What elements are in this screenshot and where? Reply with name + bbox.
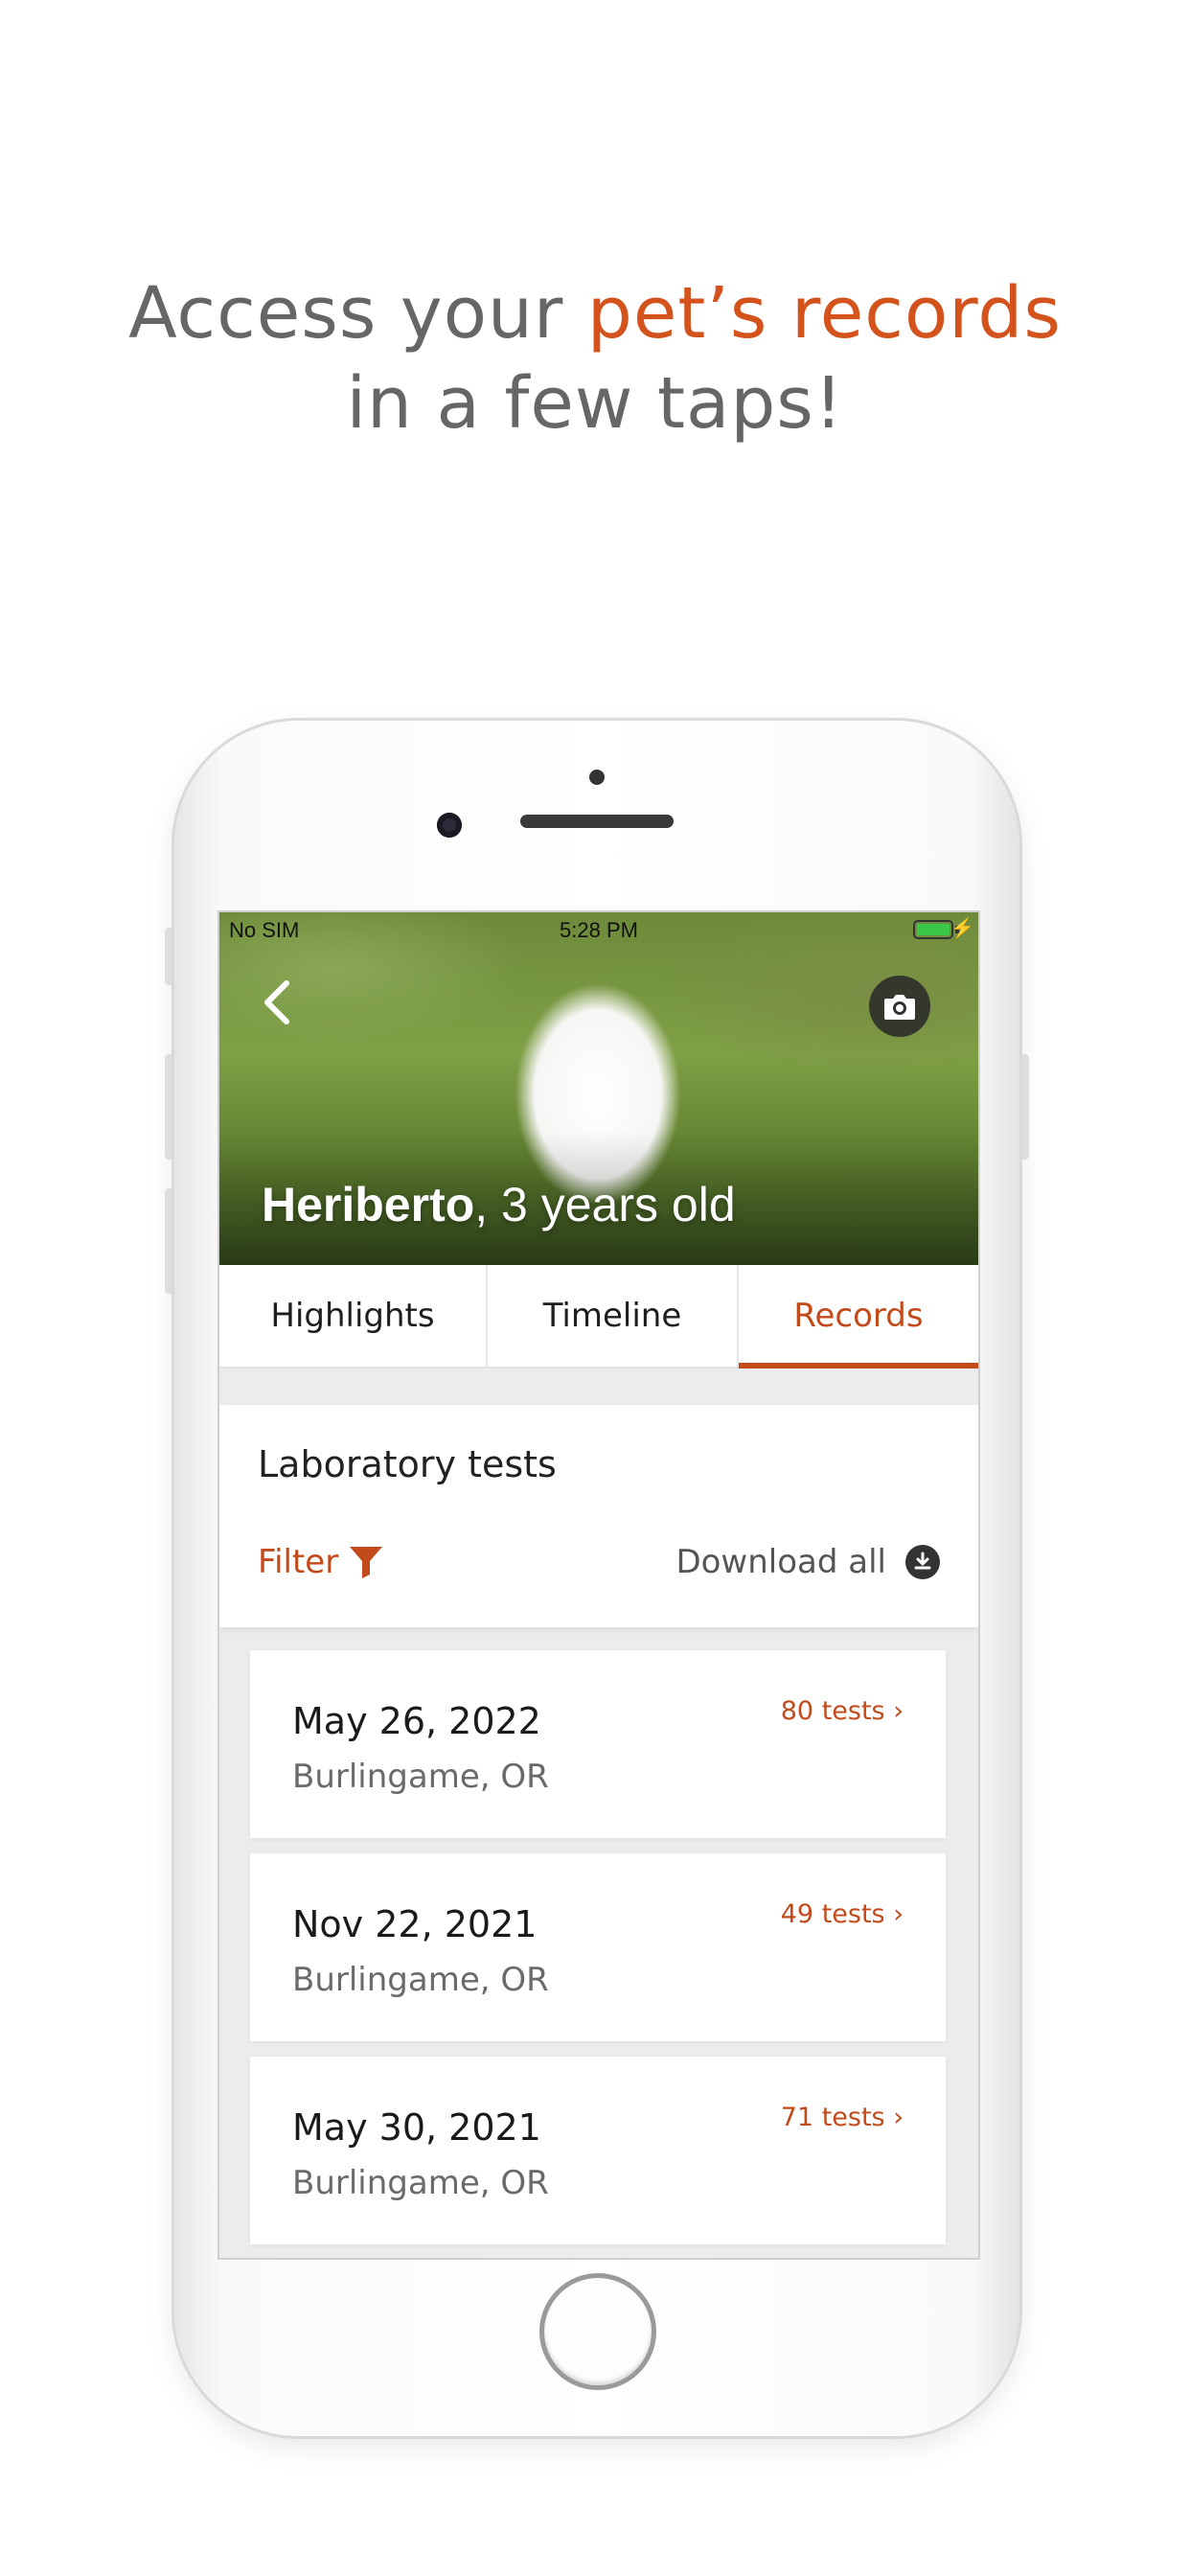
laboratory-tests-header: Laboratory tests Filter Download all	[219, 1405, 978, 1627]
pet-age: , 3 years old	[474, 1178, 736, 1231]
record-test-count: 80 tests ›	[780, 1696, 904, 1726]
marketing-headline: Access your pet’s records in a few taps!	[0, 268, 1190, 448]
record-location: Burlingame, OR	[292, 1758, 549, 1796]
phone-front-camera	[437, 813, 462, 838]
headline-plain-text: Access your	[128, 272, 587, 355]
record-item[interactable]: Nov 22, 2021 Burlingame, OR 49 tests ›	[250, 1853, 946, 2041]
phone-earpiece	[520, 815, 674, 828]
pet-hero-photo: No SIM 5:28 PM ⚡ Heriberto, 3 years old	[219, 912, 978, 1265]
record-date: May 30, 2021	[292, 2106, 541, 2149]
download-all-button[interactable]: Download all	[675, 1543, 940, 1581]
phone-home-button	[539, 2273, 656, 2390]
chevron-left-icon	[264, 980, 289, 1024]
status-bar: No SIM 5:28 PM ⚡	[219, 912, 978, 947]
record-item[interactable]: May 26, 2022 Burlingame, OR 80 tests ›	[250, 1650, 946, 1838]
funnel-icon	[350, 1547, 383, 1578]
record-location: Burlingame, OR	[292, 1961, 549, 1999]
download-icon	[905, 1545, 940, 1579]
tab-records[interactable]: Records	[739, 1265, 978, 1368]
headline-line-1: Access your pet’s records	[0, 268, 1190, 358]
record-test-count: 49 tests ›	[780, 1899, 904, 1929]
change-photo-button[interactable]	[869, 976, 930, 1037]
record-date: May 26, 2022	[292, 1700, 541, 1742]
download-all-label: Download all	[675, 1543, 886, 1581]
bolt-icon: ⚡	[950, 918, 974, 939]
tab-bar: Highlights Timeline Records	[219, 1265, 978, 1368]
tab-highlights[interactable]: Highlights	[219, 1265, 488, 1367]
record-date: Nov 22, 2021	[292, 1903, 538, 1945]
pet-name: Heriberto	[262, 1178, 475, 1231]
phone-sensor	[589, 770, 605, 785]
tab-timeline[interactable]: Timeline	[488, 1265, 739, 1367]
record-test-count: 71 tests ›	[780, 2103, 904, 2132]
battery-icon	[913, 920, 953, 939]
filter-label: Filter	[258, 1543, 339, 1581]
headline-line-2: in a few taps!	[346, 362, 844, 445]
record-item[interactable]: May 30, 2021 Burlingame, OR 71 tests ›	[250, 2057, 946, 2244]
app-screen: No SIM 5:28 PM ⚡ Heriberto, 3 years old …	[219, 912, 978, 2258]
back-button[interactable]	[260, 978, 298, 1031]
status-time: 5:28 PM	[560, 918, 638, 942]
pet-title: Heriberto, 3 years old	[262, 1177, 736, 1232]
record-location: Burlingame, OR	[292, 2164, 549, 2202]
section-title: Laboratory tests	[258, 1443, 557, 1485]
camera-icon	[884, 995, 915, 1020]
headline-accent-text: pet’s records	[586, 272, 1062, 355]
battery-fill	[917, 924, 950, 935]
filter-button[interactable]: Filter	[258, 1543, 384, 1581]
